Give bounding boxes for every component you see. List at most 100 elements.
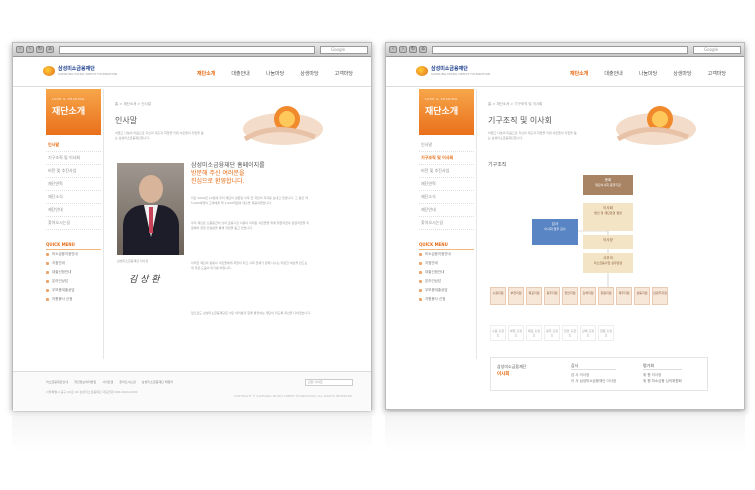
nav-sharing[interactable]: 나눔마당: [639, 70, 657, 77]
side-item-org[interactable]: 기구조직 및 이사회: [46, 152, 101, 165]
side-item-location[interactable]: 찾아오시는길: [46, 217, 101, 230]
footer-links: 미소금융재단안내 개인정보처리방침 사이트맵 찾아오시는길 삼성미소금융재단 패…: [46, 380, 173, 384]
branch-box[interactable]: 천안지점: [562, 287, 578, 305]
branch-box[interactable]: 수원지점: [490, 287, 506, 305]
org-box-secretary: 사무국 미소금융사업 실무운영: [583, 253, 633, 273]
sub-branch-box[interactable]: 부천 출장소: [508, 325, 524, 341]
footer-link[interactable]: 삼성미소금융재단 패밀리: [142, 380, 173, 384]
sub-branch-box[interactable]: 수원 출장소: [490, 325, 506, 341]
quick-item[interactable]: 미소금융지점안내: [419, 250, 474, 259]
nav-customer[interactable]: 고객마당: [708, 70, 726, 77]
nav-about[interactable]: 재단소개: [570, 70, 588, 77]
side-item-location[interactable]: 찾아오시는길: [419, 217, 474, 230]
sub-branch-row: 수원 출장소 부천 출장소 목포 출장소 광주 출장소 천안 출장소 김해 출장…: [490, 325, 614, 341]
quick-item[interactable]: 온라인상담: [46, 277, 101, 286]
board-col-audit: 감사 감 사 이사장 이 사 삼성미소금융재단 이사장: [571, 363, 617, 384]
reload-button[interactable]: ↻: [409, 46, 417, 53]
org-box-general: 총회 재단이사회 총괄기관: [583, 175, 633, 195]
quick-item[interactable]: 자원봉사 신청: [46, 295, 101, 304]
nav-customer[interactable]: 고객마당: [335, 70, 353, 77]
side-item-news[interactable]: 재단소식: [419, 191, 474, 204]
side-item-news[interactable]: 재단소식: [46, 191, 101, 204]
address-bar[interactable]: [432, 45, 688, 54]
forward-button[interactable]: ›: [26, 46, 34, 53]
footer-link[interactable]: 미소금융재단안내: [46, 380, 68, 384]
quick-menu-title: QUICK MENU: [46, 240, 101, 250]
browser-toolbar: ‹ › ↻ ⌂ Google: [13, 43, 371, 57]
side-item-org[interactable]: 기구조직 및 이사회: [419, 152, 474, 165]
related-sites-select[interactable]: 관련 사이트: [305, 379, 353, 386]
quick-item[interactable]: 무보증대출상담: [46, 286, 101, 295]
site-logo[interactable]: 삼성미소금융재단 SAMSUNG MICRO CREDIT FOUNDATION: [43, 65, 117, 76]
nav-coexist[interactable]: 상생마당: [300, 70, 318, 77]
quick-item[interactable]: 대출신청안내: [46, 268, 101, 277]
nav-loan[interactable]: 대출안내: [604, 70, 622, 77]
side-item-vision[interactable]: 비전 및 추진사업: [46, 165, 101, 178]
signature: 김 상 환: [129, 275, 160, 285]
side-item-info[interactable]: 재단안내: [419, 204, 474, 217]
nav-coexist[interactable]: 상생마당: [673, 70, 691, 77]
sub-branch-box[interactable]: 창원 출장소: [598, 325, 614, 341]
nav-sharing[interactable]: 나눔마당: [266, 70, 284, 77]
side-banner-title: 재단소개: [52, 107, 86, 117]
side-item-history[interactable]: 재단연혁: [46, 178, 101, 191]
quick-item[interactable]: 무보증대출상담: [419, 286, 474, 295]
side-item-greeting[interactable]: 인사말: [419, 139, 474, 152]
quick-item[interactable]: 미소금융지점안내: [46, 250, 101, 259]
back-button[interactable]: ‹: [16, 46, 24, 53]
page-desc: 어렵고 나눔의 마음으로 자신의 대출과 희망을 키워 서민들의 자립을 돕는 …: [488, 131, 577, 140]
sub-branch-box[interactable]: 천안 출장소: [562, 325, 578, 341]
quick-item[interactable]: 지점안내: [419, 259, 474, 268]
branch-box[interactable]: 성동지점: [634, 287, 650, 305]
branch-box[interactable]: 부천지점: [508, 287, 524, 305]
footer-link[interactable]: 사이트맵: [102, 380, 113, 384]
greeting-paragraph: 지난 2009년 12월에 우리 재단이 설립된 이후 전 국민이 지지를 보내…: [191, 196, 308, 205]
org-general-sub: 재단이사회 총괄기관: [595, 183, 621, 187]
back-button[interactable]: ‹: [389, 46, 397, 53]
site-logo[interactable]: 삼성미소금융재단 SAMSUNG MICRO CREDIT FOUNDATION: [416, 65, 490, 76]
page-title: 기구조직 및 이사회: [488, 116, 552, 125]
quick-item[interactable]: 대출신청안내: [419, 268, 474, 277]
sub-branch-box[interactable]: 김해 출장소: [580, 325, 596, 341]
address-bar[interactable]: [59, 45, 315, 54]
footer-link[interactable]: 개인정보처리방침: [74, 380, 96, 384]
sub-branch-box[interactable]: 광주 출장소: [544, 325, 560, 341]
side-item-info[interactable]: 재단안내: [46, 204, 101, 217]
org-box-director: 이사장: [583, 235, 633, 249]
quick-item[interactable]: 지점안내: [46, 259, 101, 268]
browser-toolbar: ‹ › ↻ ⌂ Google: [386, 43, 744, 57]
divider: [476, 89, 477, 359]
footer-link[interactable]: 찾아오시는길: [119, 380, 136, 384]
nav-loan[interactable]: 대출안내: [231, 70, 249, 77]
branch-box[interactable]: 김해지점: [580, 287, 596, 305]
browser-search-input[interactable]: Google: [693, 45, 741, 54]
quick-item[interactable]: 온라인상담: [419, 277, 474, 286]
org-board-sub: 법인 및 재단운영 결정: [594, 211, 622, 215]
branch-box[interactable]: 창원지점: [598, 287, 614, 305]
side-menu: 인사말 기구조직 및 이사회 비전 및 추진사업 재단연혁 재단소식 재단안내 …: [419, 139, 474, 230]
home-button[interactable]: ⌂: [46, 46, 54, 53]
nav-about[interactable]: 재단소개: [197, 70, 215, 77]
browser-search-input[interactable]: Google: [320, 45, 368, 54]
branch-box[interactable]: 제주지점: [616, 287, 632, 305]
side-banner-title: 재단소개: [425, 107, 459, 117]
side-item-history[interactable]: 재단연혁: [419, 178, 474, 191]
home-button[interactable]: ⌂: [419, 46, 427, 53]
board-member: 위 원 미소금융 심의위원회: [643, 379, 682, 383]
quick-menu-title: QUICK MENU: [419, 240, 474, 250]
branch-box[interactable]: 광주지점: [544, 287, 560, 305]
logo-sub: SAMSUNG MICRO CREDIT FOUNDATION: [431, 72, 491, 76]
browser-window-greeting: ‹ › ↻ ⌂ Google 삼성미소금융재단 SAMSUNG MICRO CR…: [12, 42, 372, 411]
branch-box[interactable]: 목포지점: [526, 287, 542, 305]
logo-icon: [416, 65, 428, 76]
org-box-auditor: 감사 이사회 업무 감사: [532, 219, 578, 245]
quick-item[interactable]: 자원봉사 신청: [419, 295, 474, 304]
branch-box[interactable]: 남양주지점: [652, 287, 668, 305]
board-panel-highlight: 이사회: [497, 372, 510, 377]
sub-branch-box[interactable]: 목포 출장소: [526, 325, 542, 341]
side-item-greeting[interactable]: 인사말: [46, 139, 101, 152]
side-banner-eyebrow: LOVE & SHARING: [425, 97, 458, 101]
side-item-vision[interactable]: 비전 및 추진사업: [419, 165, 474, 178]
forward-button[interactable]: ›: [399, 46, 407, 53]
reload-button[interactable]: ↻: [36, 46, 44, 53]
